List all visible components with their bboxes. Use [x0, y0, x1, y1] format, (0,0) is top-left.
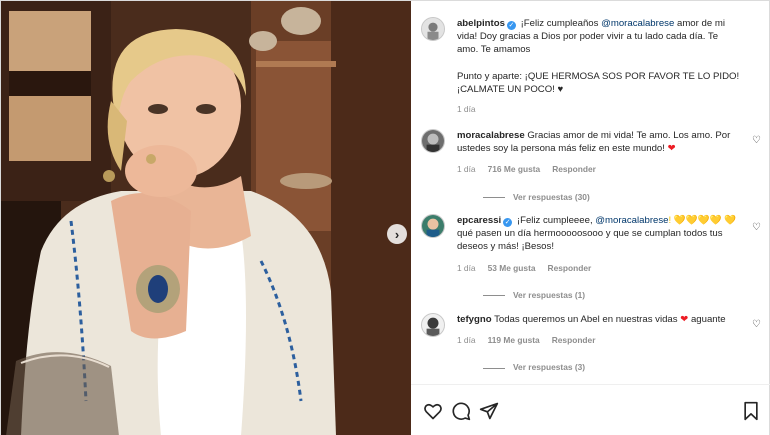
comment-text: Todas queremos un Abel en nuestras vidas — [494, 314, 678, 325]
comment-username[interactable]: epcaressi — [457, 215, 501, 226]
verified-badge-icon: ✓ — [506, 21, 516, 30]
view-replies-label: Ver respuestas (3) — [512, 362, 586, 373]
view-replies-button[interactable]: Ver respuestas (1) — [482, 289, 742, 302]
action-bar — [410, 384, 770, 435]
comment-time: 1 día — [456, 262, 476, 273]
comment-icon — [452, 402, 471, 421]
avatar[interactable] — [420, 313, 445, 337]
share-button[interactable] — [479, 401, 499, 421]
avatar-image — [421, 314, 444, 336]
chevron-right-icon: › — [394, 226, 400, 242]
comments-scroll[interactable]: abelpintos ✓ ¡Feliz cumpleaños @moracalab… — [411, 1, 770, 384]
next-photo-button[interactable]: › — [387, 224, 407, 244]
red-heart-emoji: ❤ — [667, 143, 676, 155]
comment-time: 1 día — [456, 164, 476, 175]
like-button[interactable] — [423, 401, 443, 421]
comment-likes[interactable]: 53 Me gusta — [488, 262, 536, 275]
comment-username[interactable]: tefygno — [457, 314, 492, 325]
send-icon — [479, 402, 499, 420]
reply-button[interactable]: Responder — [548, 262, 592, 275]
comment: epcaressi ✓ ¡Feliz cumpleeee, @moracalabr… — [420, 214, 761, 302]
comment-text-after: aguante — [690, 314, 726, 325]
comment-username[interactable]: moracalabrese — [457, 130, 525, 141]
avatar[interactable] — [420, 214, 445, 238]
divider-line — [482, 196, 505, 198]
photo-illustration — [1, 1, 411, 435]
caption-username[interactable]: abelpintos — [457, 18, 505, 29]
avatar[interactable] — [420, 17, 445, 41]
comment: moracalabrese Gracias amor de mi vida! T… — [420, 129, 761, 204]
caption-text-part1: ¡Feliz cumpleaños — [520, 18, 602, 29]
caption-text-part3: Punto y aparte: ¡QUE HERMOSA SOS POR FAV… — [456, 70, 740, 95]
like-comment-heart-icon[interactable]: ♡ — [752, 222, 761, 233]
post-photo[interactable]: › — [1, 1, 411, 435]
avatar-image — [421, 215, 444, 237]
avatar-image — [421, 18, 444, 40]
view-replies-button[interactable]: Ver respuestas (3) — [482, 361, 742, 374]
avatar[interactable] — [420, 129, 445, 153]
comment-time: 1 día — [456, 335, 476, 346]
yellow-hearts-emoji: ! 💛💛💛💛 — [668, 215, 722, 226]
view-replies-label: Ver respuestas (1) — [512, 289, 586, 300]
divider-line — [482, 367, 505, 369]
caption-mention[interactable]: @moracalabrese — [601, 18, 674, 29]
comment-button[interactable] — [451, 401, 471, 421]
divider-line — [482, 294, 505, 296]
like-comment-heart-icon[interactable]: ♡ — [752, 319, 761, 330]
caption-time: 1 día — [456, 104, 476, 115]
save-button[interactable] — [741, 401, 761, 421]
verified-badge-icon: ✓ — [503, 218, 513, 227]
like-comment-heart-icon[interactable]: ♡ — [752, 135, 761, 146]
bookmark-icon — [744, 401, 758, 421]
comment-likes[interactable]: 119 Me gusta — [488, 334, 540, 347]
avatar-image — [421, 130, 444, 152]
comments-panel: abelpintos ✓ ¡Feliz cumpleaños @moracalab… — [410, 1, 770, 435]
view-replies-label: Ver respuestas (30) — [512, 191, 590, 202]
comment-mention[interactable]: @moracalabrese — [595, 215, 668, 226]
reply-button[interactable]: Responder — [552, 163, 596, 176]
reply-button[interactable]: Responder — [552, 334, 596, 347]
comment: tefygno Todas queremos un Abel en nuestr… — [420, 313, 761, 375]
caption: abelpintos ✓ ¡Feliz cumpleaños @moracalab… — [420, 17, 761, 116]
view-replies-button[interactable]: Ver respuestas (30) — [482, 191, 742, 204]
red-heart-emoji: ❤ — [680, 314, 689, 325]
comment-likes[interactable]: 716 Me gusta — [488, 163, 541, 176]
comment-text-pre: ¡Feliz cumpleeee, — [516, 215, 596, 226]
heart-icon — [424, 403, 442, 420]
instagram-post: › abelpintos ✓ ¡Feliz cumpleaños @moracal… — [0, 0, 770, 435]
